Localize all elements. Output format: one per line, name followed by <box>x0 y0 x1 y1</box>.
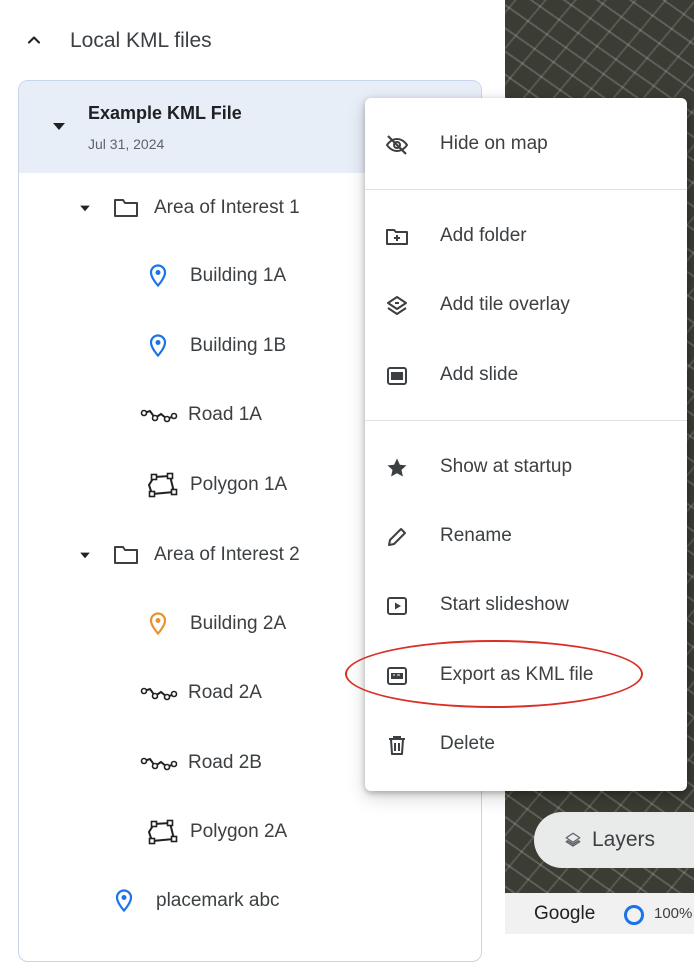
folder-icon <box>108 544 144 566</box>
tree-placemark-row[interactable]: placemark abc <box>112 881 280 921</box>
eye-off-icon <box>385 133 409 157</box>
layers-button[interactable]: Layers <box>534 812 694 868</box>
menu-item-label: Add slide <box>440 364 519 385</box>
tree-item-label: Area of Interest 1 <box>154 197 300 218</box>
zoom-level: 100% <box>654 905 693 922</box>
menu-item-hide-on-map[interactable]: Hide on map <box>365 113 687 177</box>
tree-path-row[interactable]: Road 1A <box>138 395 262 435</box>
menu-divider <box>365 189 687 190</box>
kml-file-name: Example KML File <box>88 103 242 123</box>
context-menu: Hide on map Add folder Add tile overlay … <box>365 98 687 791</box>
menu-item-label: Add folder <box>440 225 527 246</box>
polygon-icon <box>144 472 180 498</box>
tree-item-label: Building 2A <box>190 613 287 634</box>
menu-item-show-at-startup[interactable]: Show at startup <box>365 436 687 500</box>
placemark-pin-icon <box>146 612 170 636</box>
section-title: Local KML files <box>70 29 212 52</box>
path-line-icon <box>138 683 182 703</box>
menu-item-label: Rename <box>440 525 512 546</box>
star-icon <box>385 456 409 480</box>
trash-icon <box>385 733 409 757</box>
tree-item-label: Building 1B <box>190 335 287 356</box>
menu-item-rename[interactable]: Rename <box>365 505 687 569</box>
play-box-icon <box>385 594 409 618</box>
tree-item-label: Polygon 1A <box>190 474 288 495</box>
path-line-icon <box>138 405 182 425</box>
folder-plus-icon <box>385 225 409 249</box>
caret-down-icon[interactable] <box>74 204 96 212</box>
layers-button-label: Layers <box>592 828 656 851</box>
zoom-indicator-icon <box>624 905 644 925</box>
placemark-pin-icon <box>146 264 170 288</box>
layers-icon <box>385 294 409 318</box>
menu-item-label: Start slideshow <box>440 594 569 615</box>
menu-item-add-slide[interactable]: Add slide <box>365 344 687 408</box>
polygon-icon <box>144 819 180 845</box>
tree-item-label: Road 1A <box>188 404 262 425</box>
slide-icon <box>385 364 409 388</box>
folder-icon <box>108 197 144 219</box>
menu-item-label: Add tile overlay <box>440 294 570 315</box>
tree-item-label: Area of Interest 2 <box>154 544 300 565</box>
tree-path-row[interactable]: Road 2A <box>138 673 262 713</box>
caret-down-icon[interactable] <box>74 551 96 559</box>
menu-item-delete[interactable]: Delete <box>365 713 687 777</box>
tree-item-label: Road 2A <box>188 682 262 703</box>
menu-item-label: Delete <box>440 733 495 754</box>
menu-item-label: Hide on map <box>440 133 548 154</box>
menu-item-export-kml[interactable]: Export as KML file <box>365 644 687 708</box>
tree-path-row[interactable]: Road 2B <box>138 743 262 783</box>
tree-item-label: placemark abc <box>156 890 280 911</box>
kml-file-date: Jul 31, 2024 <box>88 136 165 152</box>
menu-item-label: Export as KML file <box>440 664 594 685</box>
placemark-pin-icon <box>146 334 170 358</box>
tree-placemark-row[interactable]: Building 1A <box>146 256 286 296</box>
tree-folder-row[interactable]: Area of Interest 2 <box>74 535 300 575</box>
menu-item-label: Show at startup <box>440 456 573 477</box>
menu-item-start-slideshow[interactable]: Start slideshow <box>365 574 687 638</box>
tree-item-label: Building 1A <box>190 265 287 286</box>
local-kml-section-header[interactable]: Local KML files <box>0 12 505 68</box>
tree-polygon-row[interactable]: Polygon 1A <box>144 465 287 505</box>
tree-placemark-row[interactable]: Building 2A <box>146 604 286 644</box>
placemark-pin-icon <box>112 889 136 913</box>
layers-icon <box>564 831 582 849</box>
tree-polygon-row[interactable]: Polygon 2A <box>144 812 287 852</box>
kml-file-icon <box>385 664 409 688</box>
menu-item-add-folder[interactable]: Add folder <box>365 205 687 269</box>
tree-placemark-row[interactable]: Building 1B <box>146 326 286 366</box>
menu-item-add-tile-overlay[interactable]: Add tile overlay <box>365 274 687 338</box>
tree-item-label: Road 2B <box>188 752 262 773</box>
google-attribution: Google <box>534 903 596 924</box>
chevron-up-icon <box>24 30 44 50</box>
pencil-icon <box>385 525 409 549</box>
menu-divider <box>365 420 687 421</box>
path-line-icon <box>138 753 182 773</box>
caret-down-icon[interactable] <box>52 121 66 131</box>
tree-item-label: Polygon 2A <box>190 821 288 842</box>
tree-folder-row[interactable]: Area of Interest 1 <box>74 188 300 228</box>
